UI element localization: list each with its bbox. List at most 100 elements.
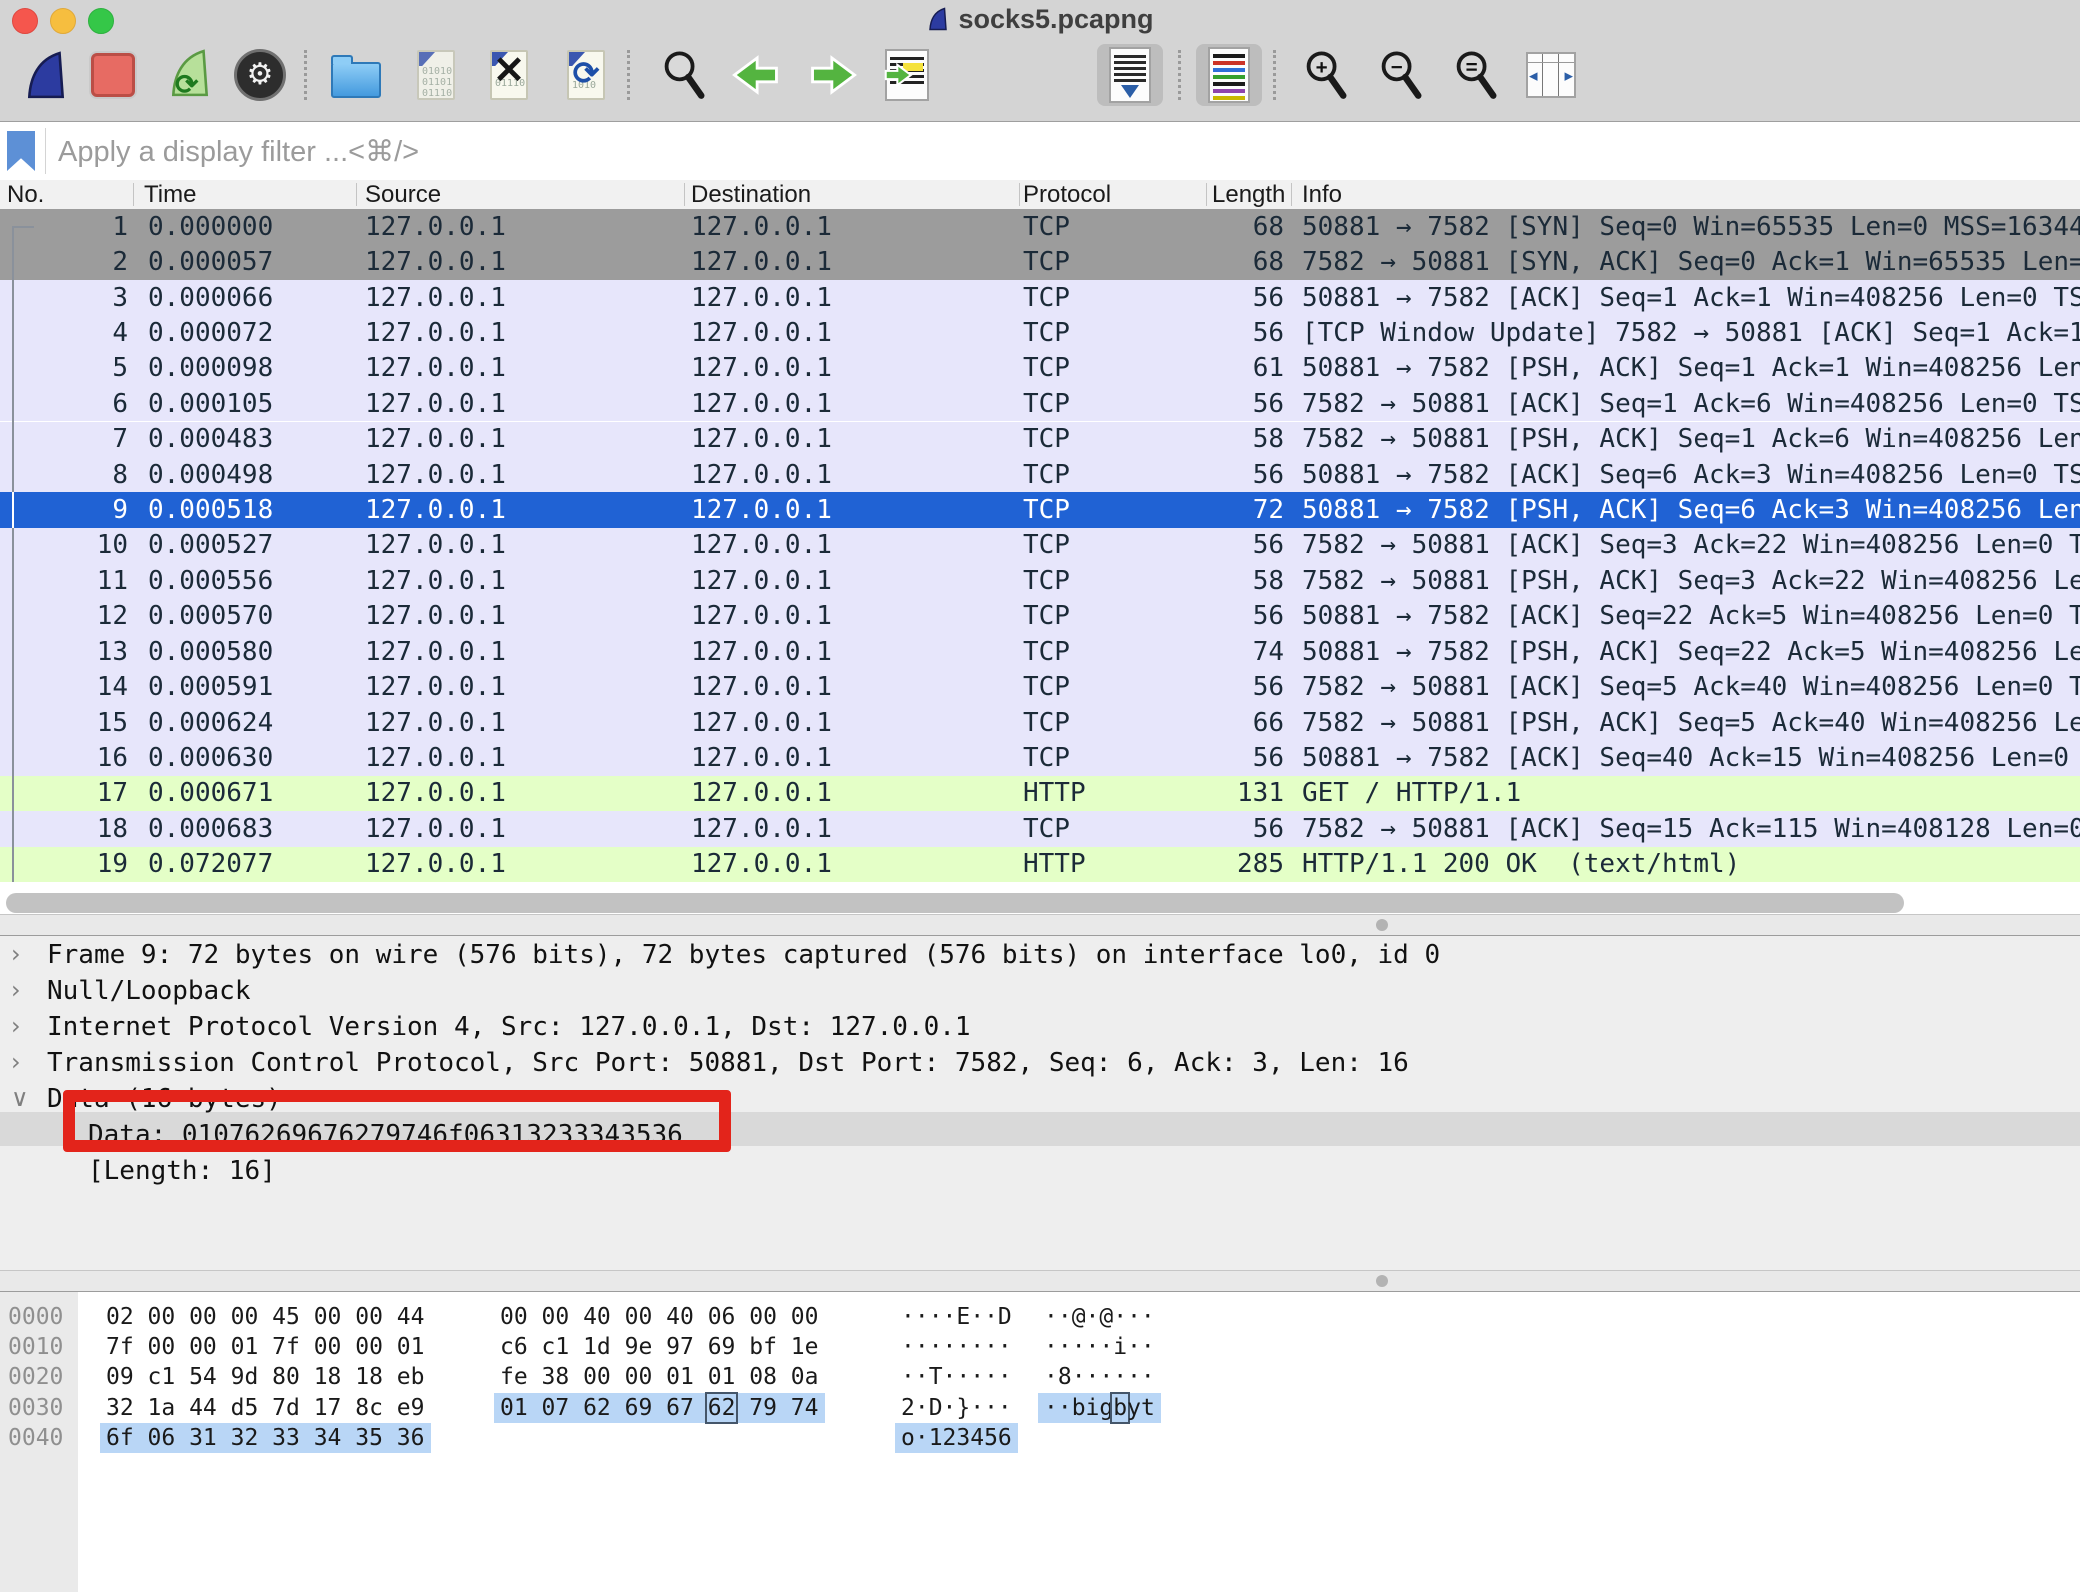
- zoom-reset-icon[interactable]: =: [1450, 44, 1504, 106]
- hex-h1[interactable]: 32 1a 44 d5 7d 17 8c e9: [106, 1393, 425, 1423]
- packet-row-6[interactable]: 60.000105127.0.0.1127.0.0.1TCP567582 → 5…: [0, 386, 2080, 421]
- detail-row[interactable]: › Frame 9: 72 bytes on wire (576 bits), 7…: [0, 940, 2080, 976]
- detail-row[interactable]: [Length: 16]: [0, 1156, 2080, 1192]
- horizontal-scrollbar[interactable]: [6, 893, 1904, 913]
- column-header-source[interactable]: Source: [365, 180, 682, 209]
- packet-row-4[interactable]: 40.000072127.0.0.1127.0.0.1TCP56[TCP Win…: [0, 315, 2080, 350]
- detail-text: Data (16 bytes): [47, 1084, 282, 1114]
- cell-source: 127.0.0.1: [365, 386, 506, 421]
- hex-a2[interactable]: ··bigbyt: [1038, 1393, 1161, 1423]
- packet-row-12[interactable]: 120.000570127.0.0.1127.0.0.1TCP5650881 →…: [0, 599, 2080, 634]
- hex-a1[interactable]: ····E··D: [901, 1302, 1012, 1332]
- zoom-out-icon[interactable]: −: [1375, 44, 1429, 106]
- chevron-right-icon[interactable]: ›: [11, 1012, 21, 1040]
- hex-h1[interactable]: 09 c1 54 9d 80 18 18 eb: [106, 1362, 425, 1392]
- filter-bookmark-icon[interactable]: [7, 131, 35, 171]
- column-header-protocol[interactable]: Protocol: [1023, 180, 1204, 209]
- stop-capture-icon[interactable]: [86, 44, 140, 106]
- column-divider[interactable]: [684, 183, 685, 206]
- hex-a1[interactable]: ··T·····: [901, 1362, 1012, 1392]
- packet-row-13[interactable]: 130.000580127.0.0.1127.0.0.1TCP7450881 →…: [0, 634, 2080, 669]
- close-file-icon[interactable]: 01110✕: [482, 44, 536, 106]
- column-divider[interactable]: [1291, 183, 1292, 206]
- hex-row-0030[interactable]: 003032 1a 44 d5 7d 17 8c e901 07 62 69 6…: [0, 1393, 2080, 1423]
- packet-row-17[interactable]: 170.000671127.0.0.1127.0.0.1HTTP131GET /…: [0, 776, 2080, 811]
- packet-row-15[interactable]: 150.000624127.0.0.1127.0.0.1TCP667582 → …: [0, 705, 2080, 740]
- resize-columns-icon[interactable]: ◂▸: [1524, 44, 1578, 106]
- display-filter-bar[interactable]: Apply a display filter ...<⌘/>: [0, 122, 2080, 181]
- find-packet-icon[interactable]: [658, 44, 712, 106]
- first-packet-icon[interactable]: [951, 44, 1005, 106]
- hex-row-0010[interactable]: 00107f 00 00 01 7f 00 00 01c6 c1 1d 9e 9…: [0, 1332, 2080, 1362]
- splitter-list-details[interactable]: [0, 914, 2080, 936]
- column-header-no[interactable]: No.: [7, 180, 133, 209]
- packet-row-9[interactable]: 90.000518127.0.0.1127.0.0.1TCP7250881 → …: [0, 492, 2080, 527]
- column-header-time[interactable]: Time: [144, 180, 354, 209]
- go-to-packet-icon[interactable]: [880, 44, 934, 106]
- column-header-length[interactable]: Length: [1212, 180, 1289, 209]
- last-packet-icon[interactable]: [1028, 44, 1082, 106]
- restart-capture-icon[interactable]: ⟳: [163, 44, 217, 106]
- hex-a1[interactable]: ········: [901, 1332, 1012, 1362]
- related-packets-line-selected: [12, 492, 14, 527]
- cell-no: 10: [0, 528, 128, 563]
- hex-h2[interactable]: 00 00 40 00 40 06 00 00: [500, 1302, 819, 1332]
- hex-row-0000[interactable]: 000002 00 00 00 45 00 00 4400 00 40 00 4…: [0, 1302, 2080, 1332]
- reload-file-icon[interactable]: 1010⟳: [559, 44, 613, 106]
- hex-a2[interactable]: ·····i··: [1044, 1332, 1155, 1362]
- capture-options-icon[interactable]: ⚙: [233, 44, 287, 106]
- column-divider[interactable]: [1206, 183, 1207, 206]
- hex-row-0040[interactable]: 00406f 06 31 32 33 34 35 36o·123456: [0, 1423, 2080, 1453]
- hex-a2[interactable]: ··@·@···: [1044, 1302, 1155, 1332]
- colorize-icon[interactable]: [1196, 44, 1262, 106]
- detail-row[interactable]: ›Transmission Control Protocol, Src Port…: [0, 1048, 2080, 1084]
- hex-h2[interactable]: c6 c1 1d 9e 97 69 bf 1e: [500, 1332, 819, 1362]
- display-filter-input[interactable]: Apply a display filter ...<⌘/>: [58, 122, 419, 180]
- column-header-info[interactable]: Info: [1302, 180, 2072, 209]
- hex-h1[interactable]: 6f 06 31 32 33 34 35 36: [100, 1423, 431, 1453]
- open-file-icon[interactable]: [329, 44, 383, 106]
- column-divider[interactable]: [356, 183, 357, 206]
- detail-row[interactable]: ›Null/Loopback: [0, 976, 2080, 1012]
- packet-row-18[interactable]: 180.000683127.0.0.1127.0.0.1TCP567582 → …: [0, 811, 2080, 846]
- detail-text: Frame 9: 72 bytes on wire (576 bits), 72…: [47, 940, 1440, 970]
- hex-h2[interactable]: fe 38 00 00 01 01 08 0a: [500, 1362, 819, 1392]
- zoom-in-icon[interactable]: +: [1300, 44, 1354, 106]
- hex-a1[interactable]: o·123456: [895, 1423, 1018, 1453]
- chevron-right-icon[interactable]: ›: [11, 976, 21, 1004]
- packet-row-7[interactable]: 70.000483127.0.0.1127.0.0.1TCP587582 → 5…: [0, 422, 2080, 457]
- cell-destination: 127.0.0.1: [691, 351, 832, 386]
- column-header-destination[interactable]: Destination: [691, 180, 1017, 209]
- splitter-details-bytes[interactable]: [0, 1270, 2080, 1292]
- hex-a1[interactable]: 2·D·}···: [901, 1393, 1012, 1423]
- packet-row-14[interactable]: 140.000591127.0.0.1127.0.0.1TCP567582 → …: [0, 669, 2080, 704]
- next-packet-icon[interactable]: [806, 44, 860, 106]
- chevron-right-icon[interactable]: ›: [11, 940, 21, 968]
- hex-a2[interactable]: ·8······: [1044, 1362, 1155, 1392]
- packet-row-8[interactable]: 80.000498127.0.0.1127.0.0.1TCP5650881 → …: [0, 457, 2080, 492]
- packet-row-19[interactable]: 190.072077127.0.0.1127.0.0.1HTTP285HTTP/…: [0, 847, 2080, 882]
- hex-h1[interactable]: 7f 00 00 01 7f 00 00 01: [106, 1332, 425, 1362]
- detail-row[interactable]: ›Internet Protocol Version 4, Src: 127.0…: [0, 1012, 2080, 1048]
- packet-row-10[interactable]: 100.000527127.0.0.1127.0.0.1TCP567582 → …: [0, 528, 2080, 563]
- chevron-down-icon[interactable]: ∨: [11, 1084, 29, 1112]
- previous-packet-icon[interactable]: [729, 44, 783, 106]
- packet-row-3[interactable]: 30.000066127.0.0.1127.0.0.1TCP5650881 → …: [0, 280, 2080, 315]
- cell-protocol: TCP: [1023, 669, 1070, 704]
- start-capture-icon[interactable]: [19, 44, 73, 106]
- packet-row-5[interactable]: 50.000098127.0.0.1127.0.0.1TCP6150881 → …: [0, 351, 2080, 386]
- packet-row-16[interactable]: 160.000630127.0.0.1127.0.0.1TCP5650881 →…: [0, 740, 2080, 775]
- column-divider[interactable]: [133, 183, 134, 206]
- packet-row-2[interactable]: 20.000057127.0.0.1127.0.0.1TCP687582 → 5…: [0, 244, 2080, 279]
- packet-row-11[interactable]: 110.000556127.0.0.1127.0.0.1TCP587582 → …: [0, 563, 2080, 598]
- detail-row[interactable]: ∨ Data (16 bytes): [0, 1084, 2080, 1120]
- detail-row-data-value[interactable]: Data: 01076269676279746f06313233343536: [0, 1120, 2080, 1156]
- save-file-icon[interactable]: 010100110101110: [409, 44, 463, 106]
- column-divider[interactable]: [1019, 183, 1020, 206]
- packet-row-1[interactable]: 10.000000127.0.0.1127.0.0.1TCP6850881 → …: [0, 209, 2080, 244]
- chevron-right-icon[interactable]: ›: [11, 1048, 21, 1076]
- hex-h1[interactable]: 02 00 00 00 45 00 00 44: [106, 1302, 425, 1332]
- hex-row-0020[interactable]: 002009 c1 54 9d 80 18 18 ebfe 38 00 00 0…: [0, 1362, 2080, 1392]
- hex-h2[interactable]: 01 07 62 69 67 62 79 74: [494, 1393, 825, 1423]
- auto-scroll-icon[interactable]: [1097, 44, 1163, 106]
